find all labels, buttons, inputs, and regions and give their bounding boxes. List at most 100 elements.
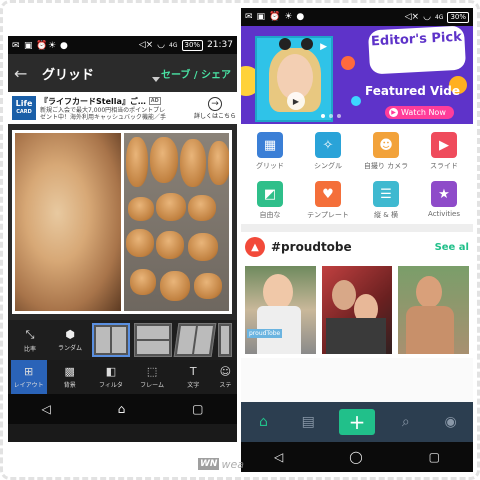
feature-slideshow-item[interactable]: ▶ スライド bbox=[415, 132, 473, 171]
magic-wand-icon: ✧ bbox=[315, 132, 341, 158]
watermark: WN wea bbox=[198, 457, 244, 471]
nav-back-icon[interactable]: ◁ bbox=[41, 402, 50, 416]
tool-sticker[interactable]: ☺ ステ bbox=[216, 365, 234, 389]
feature-grid-item[interactable]: ▦ グリッド bbox=[241, 132, 299, 171]
layout-option-more[interactable] bbox=[218, 323, 232, 357]
feature-selfie-camera-item[interactable]: ☻ 自撮り カメラ bbox=[357, 132, 415, 171]
bread-photo-right[interactable] bbox=[123, 133, 229, 311]
see-all-link[interactable]: See al bbox=[435, 242, 469, 253]
stitch-icon: ☰ bbox=[373, 181, 399, 207]
random-button[interactable]: ⬢ ランダム bbox=[52, 328, 88, 352]
create-button[interactable]: + bbox=[338, 409, 375, 435]
collage-canvas bbox=[8, 124, 237, 320]
tool-background[interactable]: ▩ 背景 bbox=[52, 365, 88, 389]
ratio-button[interactable]: ⤡ 比率 bbox=[12, 328, 48, 353]
layout-option-diagonal[interactable] bbox=[173, 323, 217, 357]
post-thumbnail[interactable] bbox=[321, 266, 393, 354]
layout-selector: ⤡ 比率 ⬢ ランダム bbox=[8, 320, 237, 360]
feature-template-item[interactable]: ♥ テンプレート bbox=[299, 181, 357, 220]
collage-preview bbox=[12, 130, 232, 314]
mute-icon: ◁× bbox=[138, 40, 154, 50]
tool-text[interactable]: T 文字 bbox=[175, 365, 211, 389]
right-phone-screen: ✉ ▣ ⏰ ☀ ● ◁× ◡ 4G 30% ▶ ▶ Editor's Pick … bbox=[241, 8, 473, 472]
ratio-icon: ⤡ bbox=[25, 327, 35, 341]
alarm-icon: ⏰ bbox=[269, 12, 281, 22]
ad-logo: Life CARD bbox=[12, 96, 36, 120]
dropdown-icon[interactable] bbox=[152, 76, 161, 82]
notification-icon: ▣ bbox=[256, 12, 266, 22]
status-bar-right: ✉ ▣ ⏰ ☀ ● ◁× ◡ 4G 30% bbox=[241, 8, 473, 26]
app-bar: ← グリッド セーブ / シェア bbox=[8, 54, 237, 92]
hashtag-title[interactable]: #proudtobe bbox=[271, 240, 352, 254]
ad-banner[interactable]: Life CARD 『ライフカードStella』ご… AD 新規ご入会で最大7,… bbox=[8, 92, 237, 124]
nav-recents-icon[interactable]: ▢ bbox=[192, 402, 203, 416]
mute-icon: ◁× bbox=[404, 12, 420, 22]
feature-activities-item[interactable]: ★ Activities bbox=[415, 181, 473, 220]
nav-recents-icon[interactable]: ▢ bbox=[429, 450, 440, 464]
bottom-toolbar: ⊞ レイアウト ▩ 背景 ◧ フィルタ ⬚ フレーム T 文字 ☺ ステ bbox=[8, 360, 237, 394]
alarm-icon: ⏰ bbox=[36, 41, 48, 51]
search-icon[interactable]: ⌕ bbox=[392, 414, 420, 430]
tool-layout[interactable]: ⊞ レイアウト bbox=[10, 360, 47, 394]
freestyle-icon: ◩ bbox=[257, 181, 283, 207]
watermark-logo: WN bbox=[198, 458, 220, 470]
section-divider bbox=[241, 224, 473, 232]
system-nav-bar: ◁ ⌂ ▢ bbox=[8, 394, 237, 424]
thumbnail-tag: proudTobe bbox=[247, 329, 283, 338]
cat-camera-icon: ☻ bbox=[373, 132, 399, 158]
feature-single-item[interactable]: ✧ シングル bbox=[299, 132, 357, 171]
save-share-button[interactable]: セーブ / シェア bbox=[161, 66, 231, 81]
frame-icon: ⬚ bbox=[146, 365, 158, 378]
clock: 21:37 bbox=[207, 40, 233, 50]
tool-frame[interactable]: ⬚ フレーム bbox=[134, 365, 170, 389]
banner-video-thumbnail: ▶ ▶ bbox=[255, 36, 333, 122]
editors-pick-label: Editor's Pick bbox=[367, 26, 467, 75]
network-type: 4G bbox=[169, 41, 178, 49]
layout-option-two-rows[interactable] bbox=[134, 323, 172, 357]
wifi-icon: ◡ bbox=[423, 12, 431, 22]
filter-icon: ◧ bbox=[105, 365, 117, 378]
network-type: 4G bbox=[434, 13, 444, 21]
ad-detail-button[interactable]: → 詳しくはこちら bbox=[194, 96, 236, 120]
text-icon: T bbox=[189, 365, 197, 378]
layout-option-two-columns[interactable] bbox=[92, 323, 130, 357]
post-thumbnail[interactable]: proudTobe bbox=[245, 266, 316, 354]
page-title: グリッド bbox=[42, 67, 95, 83]
tool-filter[interactable]: ◧ フィルタ bbox=[93, 365, 129, 389]
video-camera-icon: ▶ bbox=[320, 42, 327, 52]
featured-banner[interactable]: ▶ ▶ Editor's Pick Featured Vide ▶ Watch … bbox=[241, 26, 473, 124]
back-arrow-icon[interactable]: ← bbox=[14, 64, 34, 83]
nav-home-icon[interactable]: ◯ bbox=[349, 450, 362, 464]
nav-home-icon[interactable]: ⌂ bbox=[118, 402, 126, 416]
home-icon[interactable]: ⌂ bbox=[249, 414, 277, 430]
post-thumbnail[interactable] bbox=[398, 266, 470, 354]
dice-icon: ⬢ bbox=[65, 328, 75, 341]
bread-photo-left[interactable] bbox=[15, 133, 121, 311]
slideshow-icon: ▶ bbox=[431, 132, 457, 158]
android-icon: ● bbox=[60, 41, 68, 51]
hashtag-thumbnails: proudTobe bbox=[241, 262, 473, 358]
feature-grid: ▦ グリッド ✧ シングル ☻ 自撮り カメラ ▶ スライド ◩ 自由な ♥ テ… bbox=[241, 124, 473, 224]
play-icon[interactable]: ▶ bbox=[287, 92, 305, 110]
battery-indicator: 30% bbox=[181, 39, 204, 51]
battery-indicator: 30% bbox=[447, 11, 469, 23]
template-icon: ♥ bbox=[315, 181, 341, 207]
feed-icon[interactable]: ▤ bbox=[294, 414, 322, 430]
profile-icon[interactable]: ◉ bbox=[437, 414, 465, 430]
fire-icon: ▲ bbox=[245, 237, 265, 257]
hashtag-header: ▲ #proudtobe See al bbox=[241, 232, 473, 262]
feature-freestyle-item[interactable]: ◩ 自由な bbox=[241, 181, 299, 220]
watch-now-button[interactable]: ▶ Watch Now bbox=[385, 106, 454, 119]
status-bar: ✉ ▣ ⏰ ☀ ● ◁× ◡ 4G 30% 21:37 bbox=[8, 36, 237, 54]
ad-subtitle-1: 新規ご入会で最大7,000円相当のポイントプレ bbox=[40, 106, 166, 114]
arrow-right-icon: → bbox=[208, 96, 222, 111]
brightness-icon: ☀ bbox=[284, 12, 293, 22]
notification-icon: ▣ bbox=[24, 41, 33, 51]
feature-stitch-item[interactable]: ☰ 縦 & 横 bbox=[357, 181, 415, 220]
sticker-icon: ☺ bbox=[219, 365, 232, 378]
carousel-dots bbox=[321, 114, 341, 118]
layout-icon: ⊞ bbox=[23, 365, 34, 378]
activities-icon: ★ bbox=[431, 181, 457, 207]
message-icon: ✉ bbox=[12, 41, 20, 51]
ad-title: 『ライフカードStella』ご… AD bbox=[40, 96, 161, 106]
